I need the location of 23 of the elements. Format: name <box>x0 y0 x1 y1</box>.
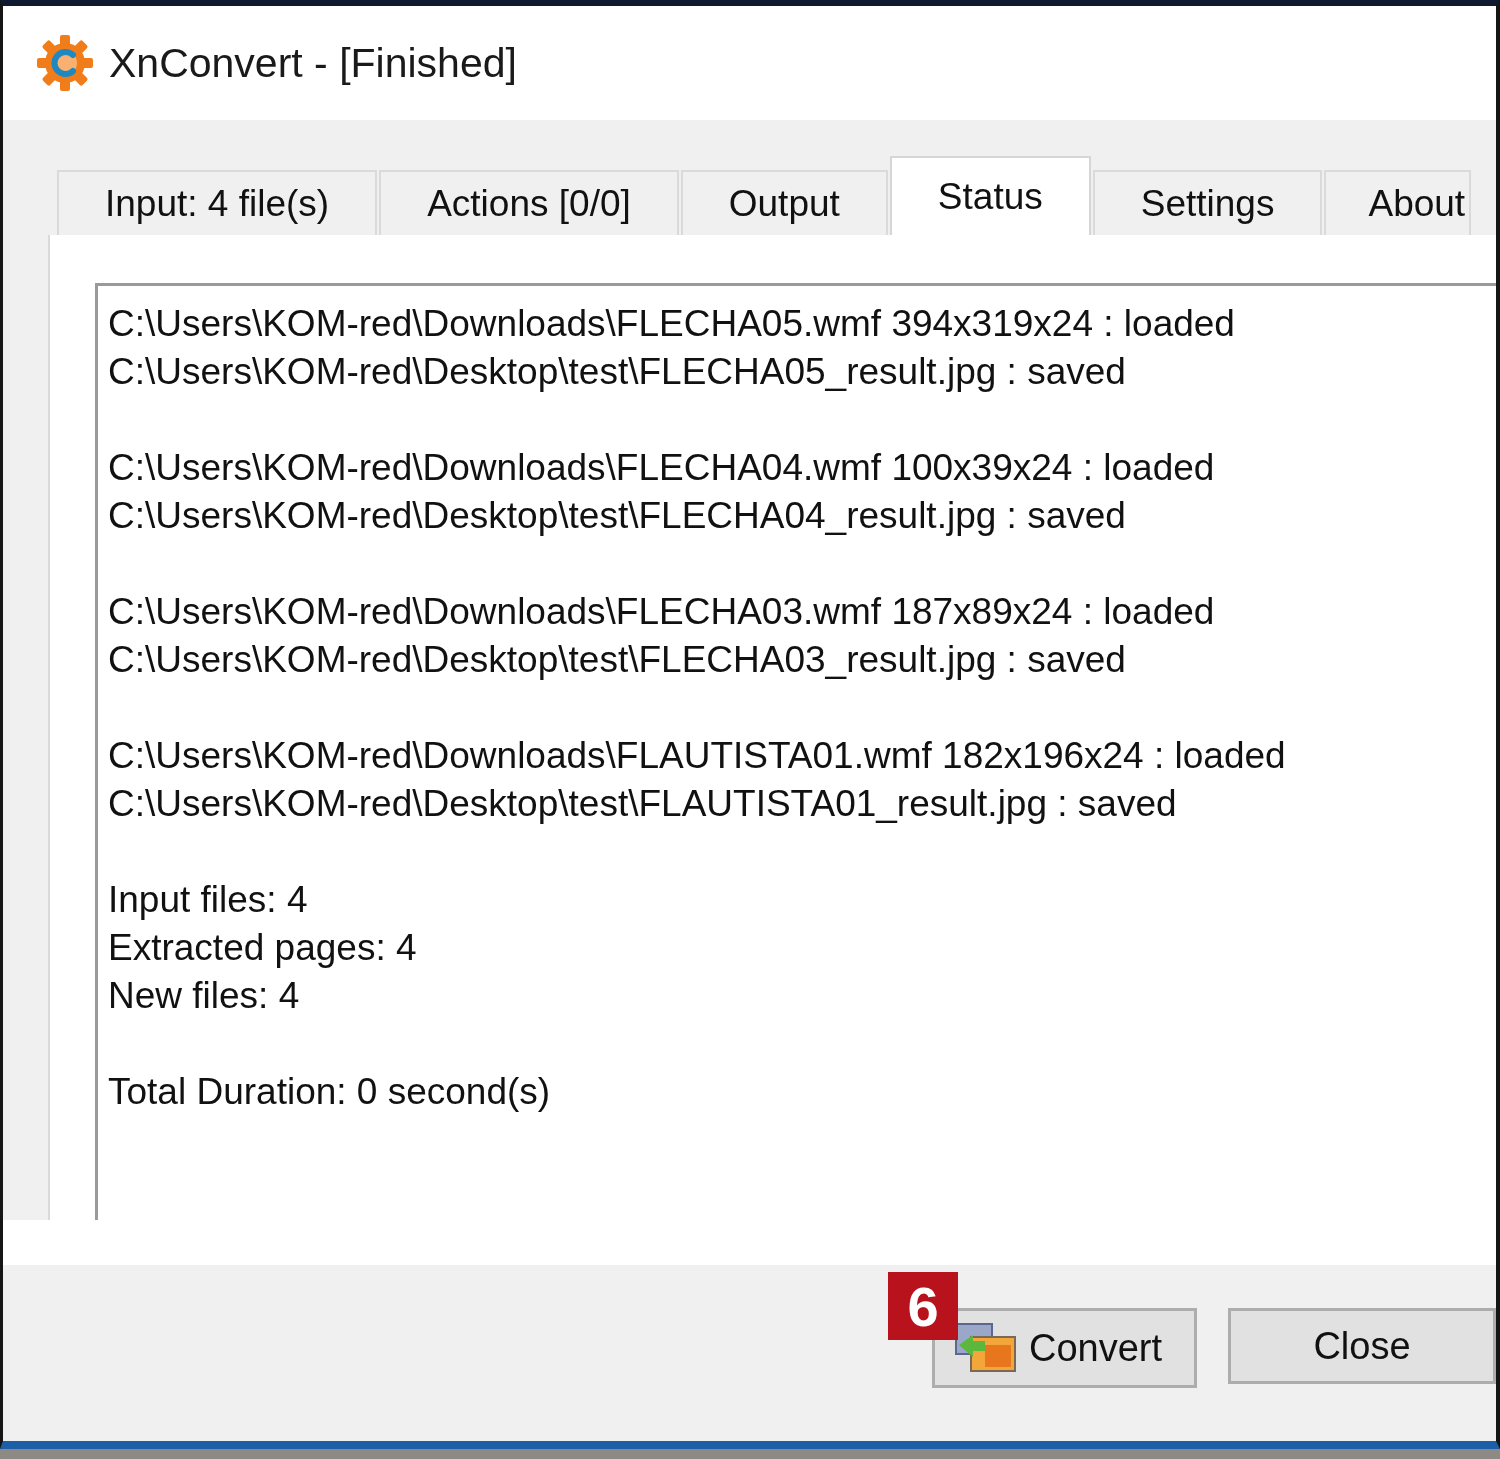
dialog-button[interactable]: Close <box>1228 1308 1496 1384</box>
log-line: C:\Users\KOM-red\Desktop\test\FLECHA04_result.jpg : saved <box>108 494 1126 538</box>
tab[interactable]: Actions [0/0] <box>379 170 679 235</box>
tab[interactable]: About <box>1324 170 1472 235</box>
log-line: C:\Users\KOM-red\Desktop\test\FLECHA05_result.jpg : saved <box>108 350 1126 394</box>
summary-line: New files: 4 <box>108 974 300 1018</box>
duration-line: Total Duration: 0 second(s) <box>108 1070 551 1114</box>
summary-line: Extracted pages: 4 <box>108 926 417 970</box>
log-line: C:\Users\KOM-red\Downloads\FLECHA05.wmf 394x319x24 : loaded <box>108 302 1235 346</box>
log-line: C:\Users\KOM-red\Desktop\test\FLECHA03_result.jpg : saved <box>108 638 1126 682</box>
log-line: C:\Users\KOM-red\Downloads\FLECHA04.wmf 100x39x24 : loaded <box>108 446 1215 490</box>
callout-badge: 6 <box>888 1272 958 1340</box>
tab[interactable]: Output <box>680 170 888 235</box>
log-line: C:\Users\KOM-red\Desktop\test\FLAUTISTA01_result.jpg : saved <box>108 782 1177 826</box>
tab[interactable]: Input: 4 file(s) <box>57 170 378 235</box>
tab[interactable]: Status <box>889 156 1091 235</box>
window-title: XnConvert - [Finished] <box>109 39 517 87</box>
log-line: C:\Users\KOM-red\Downloads\FLAUTISTA01.wmf 182x196x24 : loaded <box>108 734 1286 778</box>
log-line: C:\Users\KOM-red\Downloads\FLECHA03.wmf 187x89x24 : loaded <box>108 590 1215 634</box>
pictures-icon <box>955 1323 1017 1373</box>
gear-icon <box>35 33 95 93</box>
summary-line: Input files: 4 <box>108 878 308 922</box>
tab[interactable]: Settings <box>1092 170 1323 235</box>
